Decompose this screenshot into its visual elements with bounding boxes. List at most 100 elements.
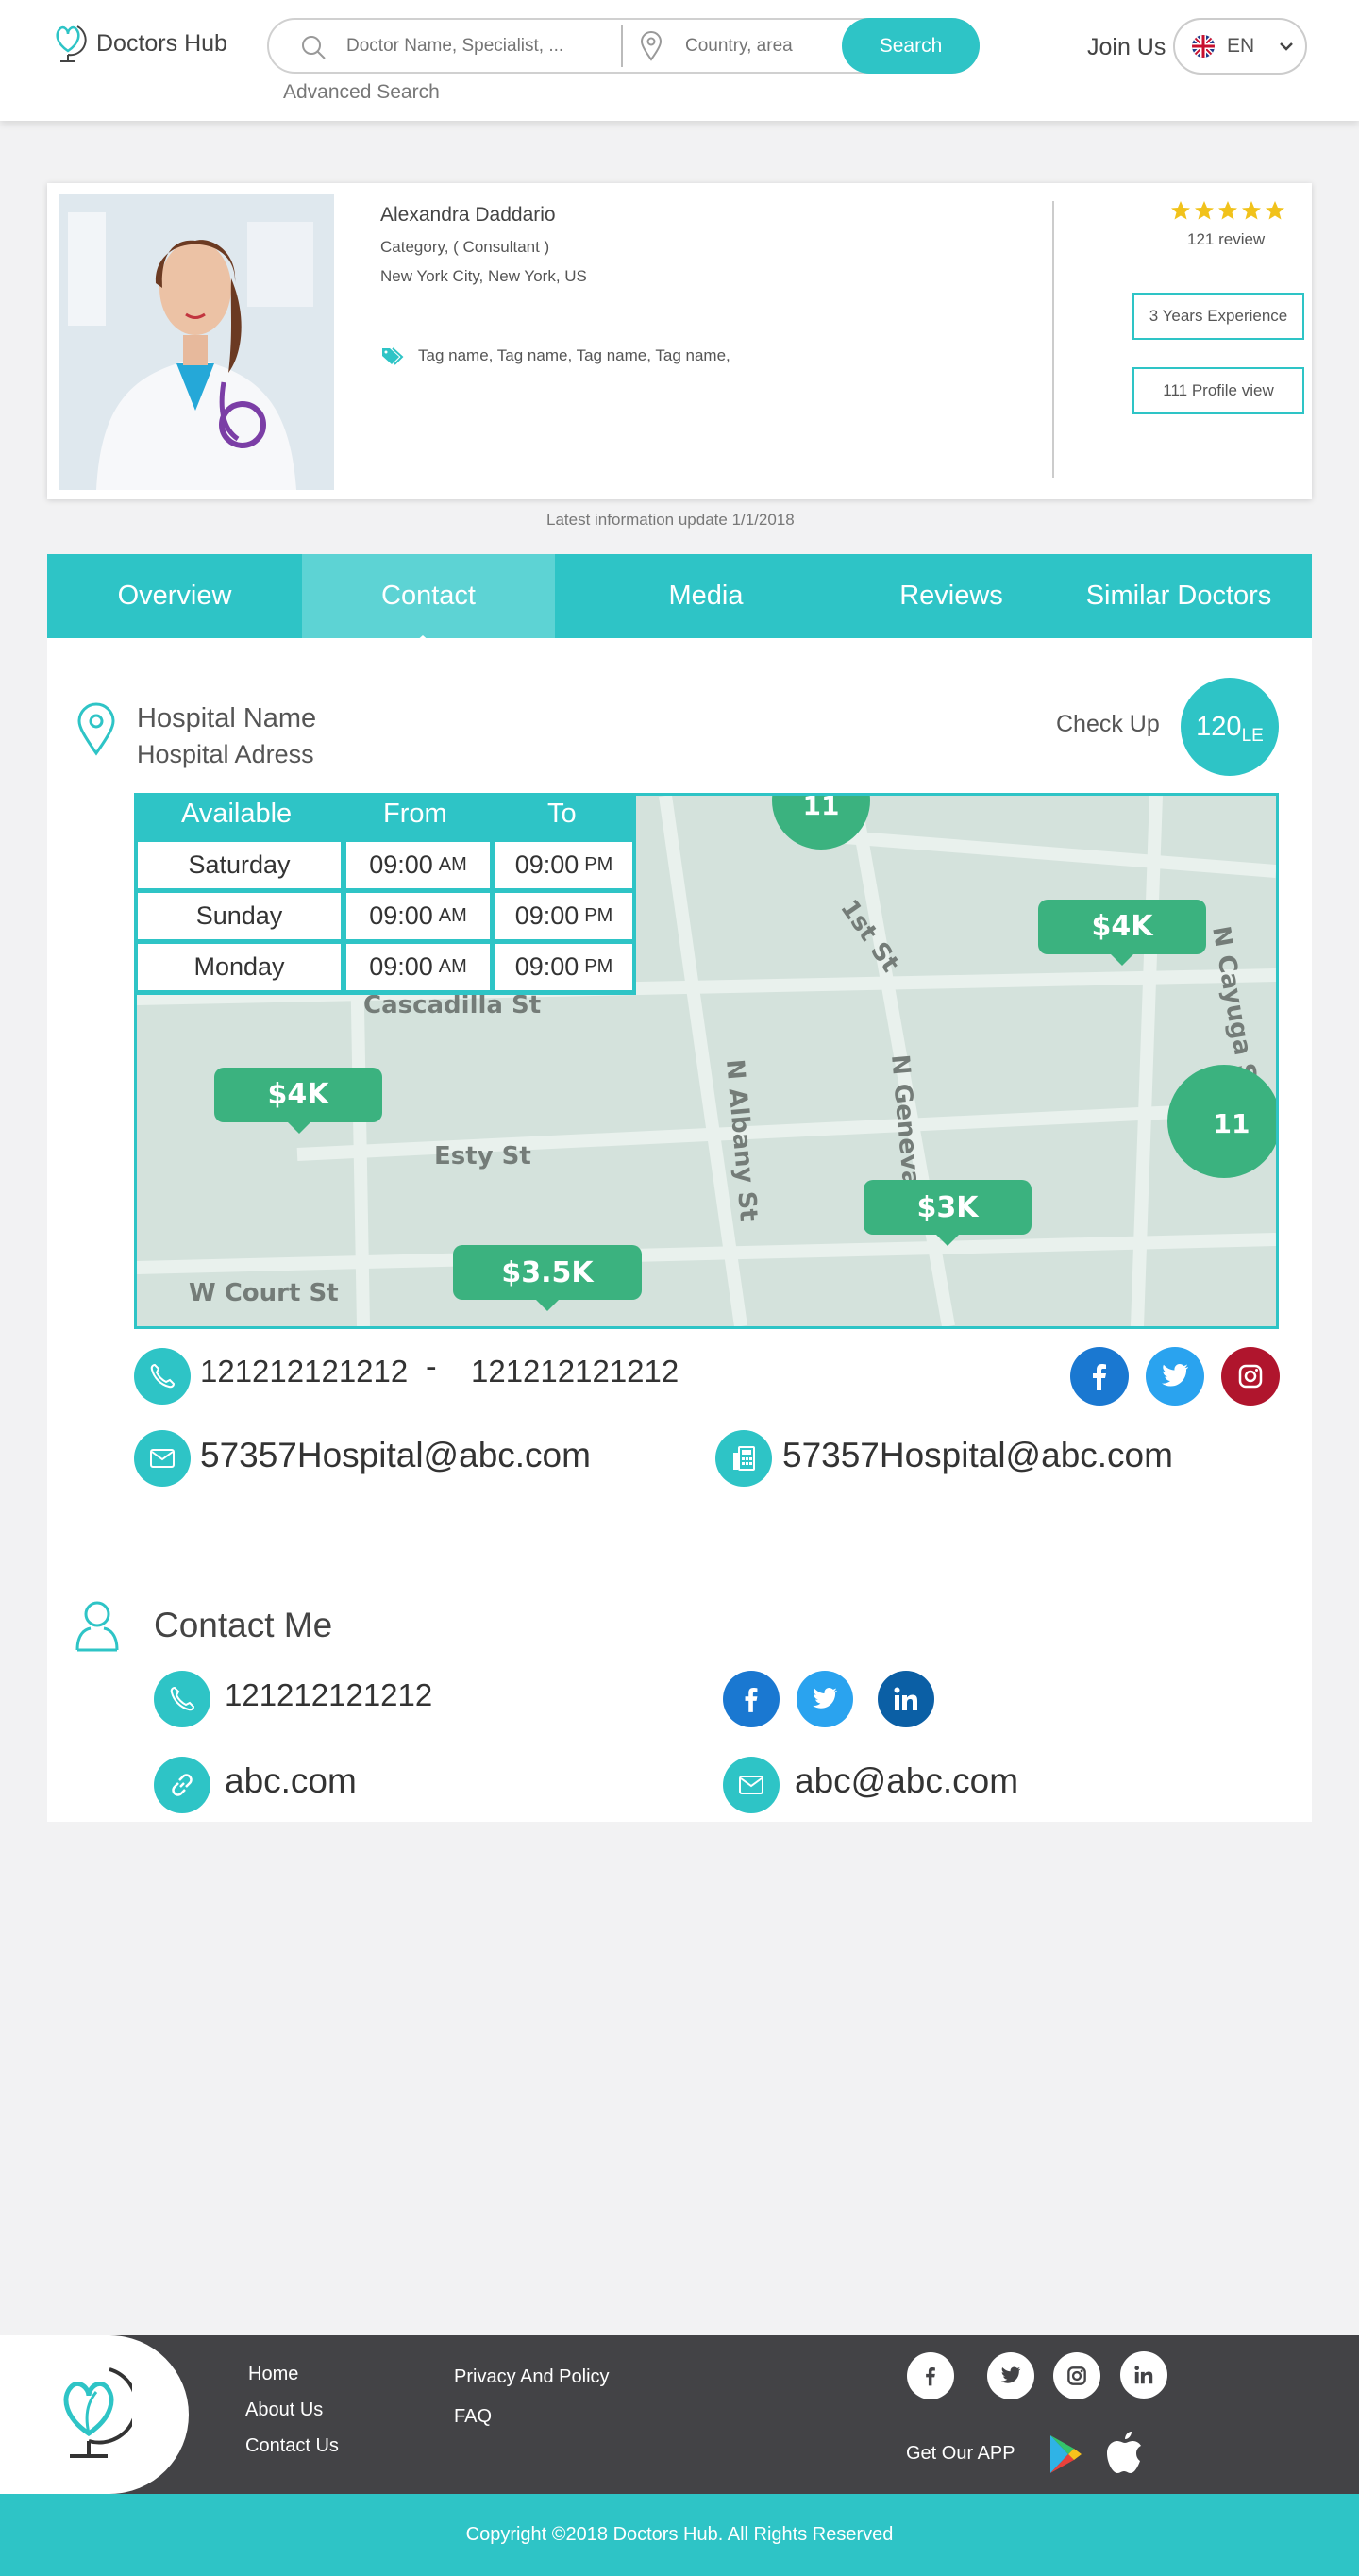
- star-icon: [1195, 201, 1214, 220]
- profile-views-badge: 111 Profile view: [1132, 367, 1304, 414]
- join-us-link[interactable]: Join Us: [1087, 34, 1166, 61]
- facebook-icon[interactable]: [1070, 1347, 1129, 1406]
- time-value: 09:00: [369, 850, 433, 879]
- google-play-icon[interactable]: [1048, 2433, 1083, 2475]
- doctor-name: Alexandra Daddario: [380, 204, 556, 226]
- schedule-day: Monday: [138, 944, 341, 990]
- twitter-icon[interactable]: [797, 1671, 853, 1727]
- svg-text:$4K: $4K: [268, 1078, 331, 1111]
- copyright-bar: Copyright ©2018 Doctors Hub. All Rights …: [0, 2494, 1359, 2576]
- contact-me-title: Contact Me: [154, 1606, 333, 1644]
- time-value: 09:00: [514, 850, 579, 879]
- tab-overview[interactable]: Overview: [47, 554, 302, 638]
- street-label: W Court St: [189, 1279, 339, 1307]
- schedule-to-time: 09:00 PM: [495, 944, 632, 990]
- email-icon: [134, 1430, 191, 1487]
- contact-me-phone[interactable]: 121212121212: [225, 1677, 432, 1713]
- time-value: 09:00: [369, 952, 433, 981]
- profile-divider: [1052, 201, 1054, 478]
- svg-text:$4K: $4K: [1092, 910, 1155, 943]
- advanced-search-link[interactable]: Advanced Search: [283, 81, 440, 104]
- review-count[interactable]: 121 review: [1187, 230, 1265, 249]
- brand-name: Doctors Hub: [96, 29, 227, 57]
- brand-logo[interactable]: Doctors Hub: [49, 23, 227, 64]
- instagram-icon[interactable]: [1221, 1347, 1280, 1406]
- time-period: AM: [438, 905, 467, 926]
- tags-text[interactable]: Tag name, Tag name, Tag name, Tag name,: [418, 346, 730, 365]
- phone-icon: [154, 1671, 210, 1727]
- footer-linkedin-icon[interactable]: [1120, 2351, 1167, 2399]
- star-icon: [1218, 201, 1237, 220]
- header: Doctors Hub Search Advanced Search Join …: [0, 0, 1359, 121]
- schedule-from-time: 09:00 AM: [346, 893, 490, 939]
- checkup-currency: LE: [1241, 726, 1264, 746]
- rating-stars: [1170, 200, 1285, 221]
- time-period: PM: [584, 854, 613, 875]
- schedule-day: Saturday: [138, 842, 341, 888]
- schedule-table: Available From To Saturday 09:00 AM 09:00…: [134, 793, 636, 995]
- time-value: 09:00: [514, 952, 579, 981]
- search-button[interactable]: Search: [842, 18, 980, 74]
- checkup-label: Check Up: [1056, 711, 1160, 737]
- footer-link-contact[interactable]: Contact Us: [245, 2435, 339, 2457]
- apple-store-icon[interactable]: [1104, 2430, 1144, 2475]
- contact-me-email[interactable]: abc@abc.com: [795, 1761, 1018, 1801]
- schedule-day: Sunday: [138, 893, 341, 939]
- schedule-from-time: 09:00 AM: [346, 842, 490, 888]
- schedule-header-to: To: [547, 799, 577, 829]
- time-value: 09:00: [369, 901, 433, 930]
- doctor-tags: Tag name, Tag name, Tag name, Tag name,: [380, 345, 730, 366]
- country-input[interactable]: [685, 29, 836, 63]
- time-period: PM: [584, 956, 613, 977]
- checkup-price-badge: 120 LE: [1181, 678, 1279, 776]
- experience-badge: 3 Years Experience: [1132, 293, 1304, 340]
- language-select[interactable]: EN: [1173, 18, 1307, 75]
- map-cluster-marker: 11: [1167, 1065, 1276, 1178]
- contact-me-website[interactable]: abc.com: [225, 1761, 357, 1801]
- schedule-from-time: 09:00 AM: [346, 944, 490, 990]
- footer-link-faq[interactable]: FAQ: [454, 2406, 492, 2428]
- footer-link-privacy[interactable]: Privacy And Policy: [454, 2366, 610, 2388]
- location-pin-icon: [77, 702, 115, 756]
- location-pin-icon: [640, 31, 663, 61]
- street-label: Esty St: [434, 1142, 531, 1170]
- tab-contact[interactable]: Contact: [302, 554, 555, 638]
- hospital-phone-1[interactable]: 121212121212: [200, 1354, 408, 1389]
- footer-link-home[interactable]: Home: [248, 2364, 298, 2385]
- schedule-to-time: 09:00 PM: [495, 842, 632, 888]
- fax-icon: [715, 1430, 772, 1487]
- footer-link-about[interactable]: About Us: [245, 2399, 323, 2421]
- star-icon: [1266, 201, 1284, 220]
- facebook-icon[interactable]: [723, 1671, 780, 1727]
- linkedin-icon[interactable]: [878, 1671, 934, 1727]
- profile-tabs: Overview Contact Media Reviews Similar D…: [47, 554, 1312, 638]
- doctor-location: New York City, New York, US: [380, 267, 587, 285]
- tag-icon: [382, 347, 404, 365]
- footer-facebook-icon[interactable]: [907, 2352, 954, 2399]
- twitter-icon[interactable]: [1146, 1347, 1204, 1406]
- street-label: Cascadilla St: [363, 991, 541, 1019]
- tab-similar-doctors[interactable]: Similar Doctors: [1046, 554, 1312, 638]
- time-period: PM: [584, 905, 613, 926]
- hospital-name: Hospital Name: [137, 703, 317, 733]
- footer-twitter-icon[interactable]: [987, 2352, 1034, 2399]
- time-period: AM: [438, 854, 467, 875]
- phone-separator: -: [426, 1348, 437, 1385]
- footer-instagram-icon[interactable]: [1053, 2352, 1100, 2399]
- tab-reviews[interactable]: Reviews: [857, 554, 1046, 638]
- link-icon: [154, 1757, 210, 1813]
- hospital-email[interactable]: 57357Hospital@abc.com: [200, 1436, 591, 1475]
- doctor-search-input[interactable]: [346, 29, 582, 63]
- hospital-fax[interactable]: 57357Hospital@abc.com: [782, 1436, 1173, 1475]
- schedule-header-available: Available: [181, 799, 293, 829]
- footer: Home About Us Contact Us Privacy And Pol…: [0, 2335, 1359, 2494]
- time-period: AM: [438, 956, 467, 977]
- latest-update-text: Latest information update 1/1/2018: [546, 511, 795, 529]
- doctor-photo: [59, 194, 334, 490]
- star-icon: [1171, 201, 1190, 220]
- footer-logo-icon[interactable]: [47, 2364, 132, 2466]
- phone-icon: [134, 1348, 191, 1405]
- schedule-to-time: 09:00 PM: [495, 893, 632, 939]
- tab-media[interactable]: Media: [555, 554, 857, 638]
- hospital-phone-2[interactable]: 121212121212: [471, 1354, 679, 1389]
